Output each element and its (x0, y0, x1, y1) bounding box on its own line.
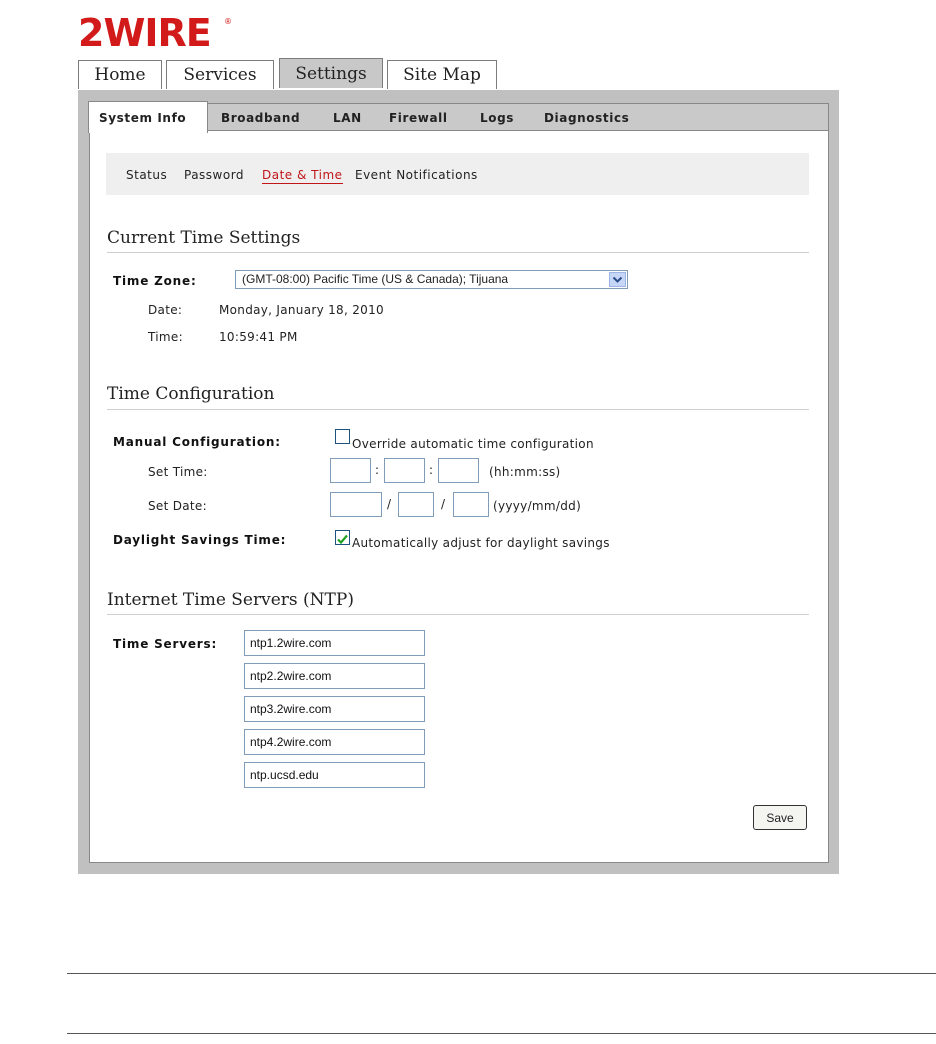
tab-home[interactable]: Home (78, 60, 162, 89)
content-panel (89, 103, 829, 863)
set-time-label: Set Time: (148, 465, 208, 479)
date-separator: / (441, 497, 446, 511)
dst-option-label: Automatically adjust for daylight saving… (352, 536, 610, 550)
day-input[interactable] (453, 492, 489, 517)
2wire-logo: 2WIRE ® (78, 11, 232, 54)
chevron-down-icon[interactable] (609, 272, 626, 287)
tab-settings[interactable]: Settings (279, 58, 383, 88)
time-label: Time: (148, 330, 183, 344)
subtab-diagnostics[interactable]: Diagnostics (544, 111, 629, 125)
current-time-title: Current Time Settings (107, 228, 301, 248)
timezone-label: Time Zone: (113, 274, 197, 288)
time-server-input-3[interactable]: ntp3.2wire.com (244, 696, 425, 722)
subnav-date-time[interactable]: Date & Time (262, 168, 343, 184)
hours-input[interactable] (330, 458, 371, 483)
time-server-input-5[interactable]: ntp.ucsd.edu (244, 762, 425, 788)
time-config-title: Time Configuration (107, 384, 275, 404)
date-value: Monday, January 18, 2010 (219, 303, 384, 317)
logo-text: 2WIRE (78, 11, 211, 54)
ntp-title: Internet Time Servers (NTP) (107, 590, 354, 610)
year-input[interactable] (330, 492, 382, 517)
section-divider (107, 614, 809, 615)
time-format-hint: (hh:mm:ss) (489, 465, 561, 479)
time-separator: : (429, 463, 434, 477)
manual-config-label: Manual Configuration: (113, 435, 281, 449)
time-servers-label: Time Servers: (113, 637, 218, 651)
timezone-value: (GMT-08:00) Pacific Time (US & Canada); … (242, 272, 509, 286)
seconds-input[interactable] (438, 458, 479, 483)
override-option-label: Override automatic time configuration (352, 437, 594, 451)
page-divider (67, 1033, 936, 1034)
set-date-label: Set Date: (148, 499, 207, 513)
tab-site-map[interactable]: Site Map (387, 60, 497, 89)
time-server-input-2[interactable]: ntp2.2wire.com (244, 663, 425, 689)
tab-services[interactable]: Services (166, 60, 274, 89)
checkmark-icon (337, 534, 348, 545)
subtab-lan[interactable]: LAN (333, 111, 362, 125)
subtab-system-info[interactable]: System Info (99, 111, 186, 125)
section-divider (107, 252, 809, 253)
subtab-firewall[interactable]: Firewall (389, 111, 448, 125)
time-separator: : (375, 463, 380, 477)
date-format-hint: (yyyy/mm/dd) (493, 499, 582, 513)
time-value: 10:59:41 PM (219, 330, 298, 344)
subnav-status[interactable]: Status (126, 168, 167, 182)
save-button[interactable]: Save (753, 805, 807, 830)
page-divider (67, 973, 936, 974)
month-input[interactable] (398, 492, 434, 517)
time-server-input-1[interactable]: ntp1.2wire.com (244, 630, 425, 656)
override-checkbox[interactable] (335, 429, 350, 444)
dst-checkbox[interactable] (335, 530, 350, 545)
minutes-input[interactable] (384, 458, 425, 483)
subtab-broadband[interactable]: Broadband (221, 111, 300, 125)
subnav-password[interactable]: Password (184, 168, 244, 182)
svg-text:®: ® (224, 17, 232, 26)
subtab-logs[interactable]: Logs (480, 111, 514, 125)
section-divider (107, 409, 809, 410)
date-label: Date: (148, 303, 183, 317)
dst-label: Daylight Savings Time: (113, 533, 287, 547)
timezone-select[interactable]: (GMT-08:00) Pacific Time (US & Canada); … (235, 270, 628, 289)
subnav-event-notifications[interactable]: Event Notifications (355, 168, 478, 182)
date-separator: / (387, 497, 392, 511)
time-server-input-4[interactable]: ntp4.2wire.com (244, 729, 425, 755)
